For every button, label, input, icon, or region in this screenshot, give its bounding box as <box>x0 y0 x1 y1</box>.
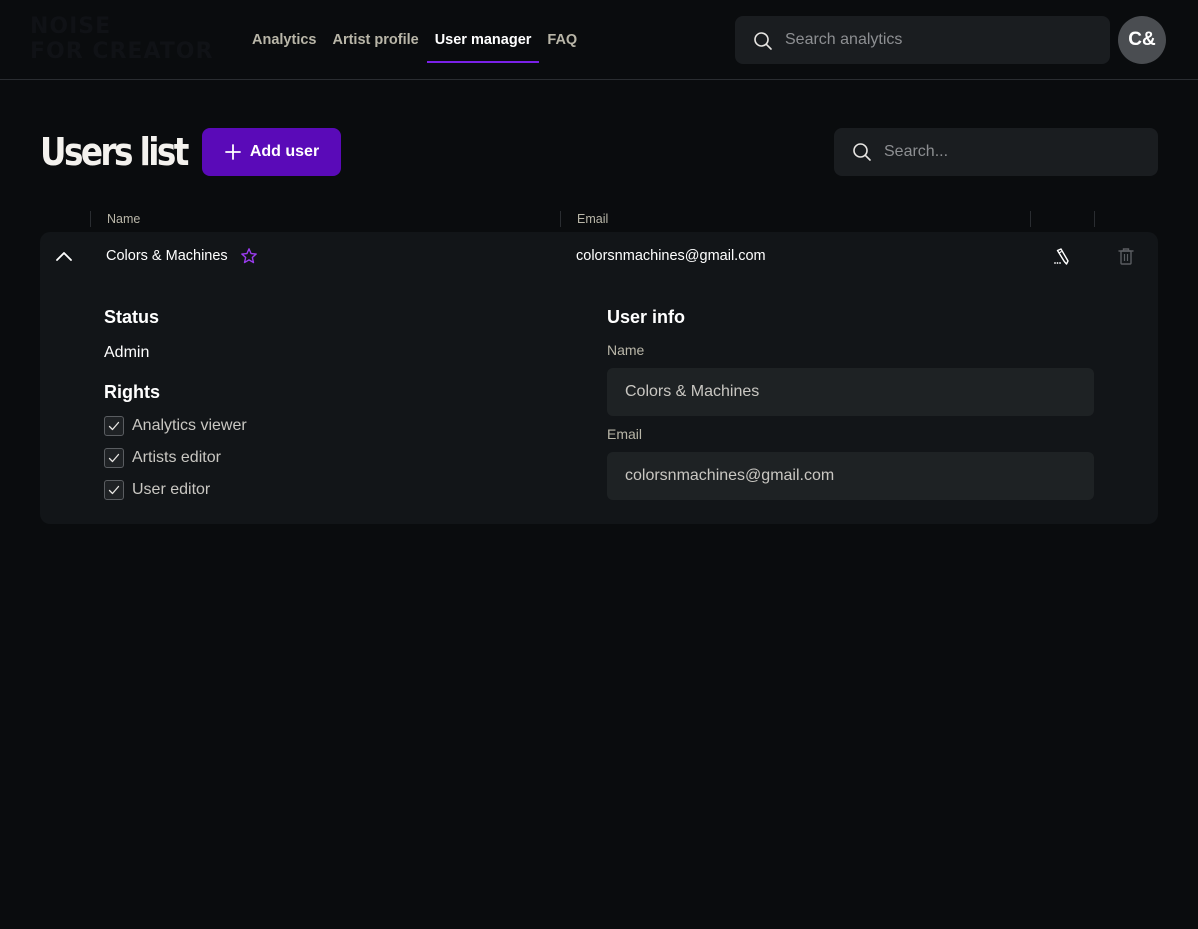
user-details-panel: Status Admin Rights Analytics viewer Art… <box>40 280 1158 524</box>
nav-item-faq[interactable]: FAQ <box>539 0 585 80</box>
nav-item-analytics[interactable]: Analytics <box>244 0 324 80</box>
users-search <box>834 128 1158 176</box>
column-header-email[interactable]: Email <box>560 211 1030 227</box>
name-field-label: Name <box>607 342 645 358</box>
checkbox[interactable] <box>104 448 124 468</box>
column-header-name[interactable]: Name <box>90 211 560 227</box>
check-icon <box>108 453 120 463</box>
search-icon <box>754 32 772 50</box>
avatar[interactable]: C& <box>1118 16 1166 64</box>
right-artists-editor[interactable]: Artists editor <box>104 447 221 469</box>
user-email: colorsnmachines@gmail.com <box>576 248 766 264</box>
add-user-label: Add user <box>249 143 320 160</box>
right-analytics-viewer[interactable]: Analytics viewer <box>104 415 247 437</box>
users-search-input[interactable] <box>884 128 1134 176</box>
status-title: Status <box>104 307 160 327</box>
check-icon <box>108 485 120 495</box>
right-label: Artists editor <box>132 449 221 466</box>
search-icon <box>853 143 871 161</box>
user-name: Colors & Machines <box>106 248 228 264</box>
user-info-title: User info <box>607 307 686 327</box>
column-header-edit <box>1030 211 1094 227</box>
right-user-editor[interactable]: User editor <box>104 479 210 501</box>
main-nav: Analytics Artist profile User manager FA… <box>244 0 585 80</box>
status-value: Admin <box>104 344 150 361</box>
top-navigation-bar: NOISE FOR CREATORS Analytics Artist profi… <box>0 0 1198 80</box>
checkbox[interactable] <box>104 480 124 500</box>
name-field[interactable] <box>607 368 1094 416</box>
edit-pen-icon[interactable] <box>1052 246 1072 266</box>
right-label: User editor <box>132 481 211 498</box>
nav-item-user-manager[interactable]: User manager <box>426 0 540 80</box>
star-icon[interactable] <box>240 247 258 265</box>
rights-title: Rights <box>104 382 160 402</box>
right-label: Analytics viewer <box>132 417 247 434</box>
plus-icon <box>224 144 241 160</box>
page-title: Users list <box>40 130 189 174</box>
trash-icon[interactable] <box>1116 246 1136 266</box>
analytics-search-input[interactable] <box>785 16 1085 64</box>
nav-item-artist-profile[interactable]: Artist profile <box>324 0 426 80</box>
add-user-button[interactable]: Add user <box>202 128 341 176</box>
app-logo[interactable]: NOISE FOR CREATORS <box>30 14 212 66</box>
analytics-search <box>735 16 1110 64</box>
chevron-up-icon[interactable] <box>54 246 74 266</box>
table-row[interactable]: Colors & Machines colorsnmachines@gmail.… <box>40 232 1158 280</box>
email-field[interactable] <box>607 452 1094 500</box>
column-header-delete <box>1094 211 1158 227</box>
check-icon <box>108 421 120 431</box>
email-field-label: Email <box>607 426 643 442</box>
checkbox[interactable] <box>104 416 124 436</box>
